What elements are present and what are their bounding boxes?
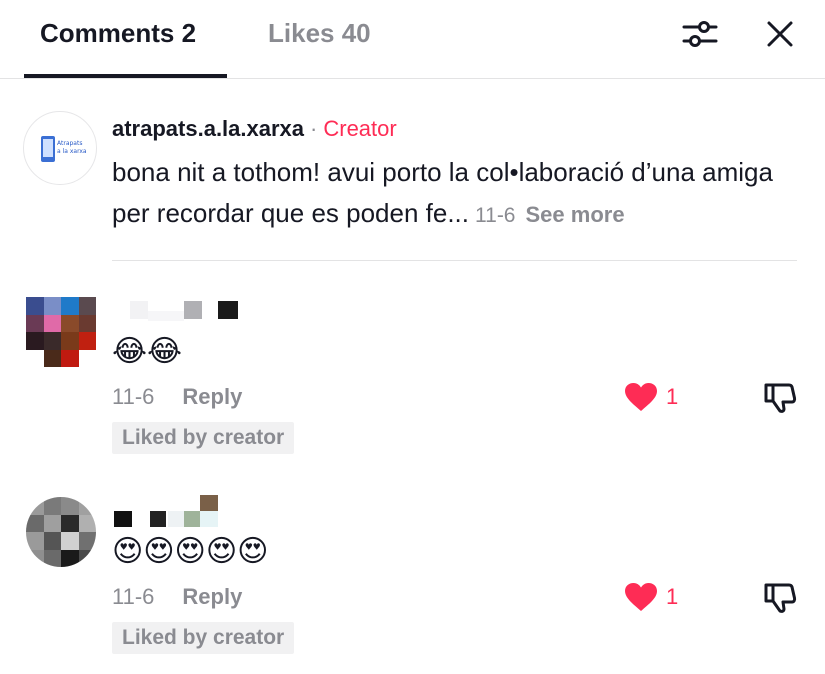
- comment-meta: 11-6 Reply: [112, 384, 242, 410]
- caption-body: bona nit a tothom! avui porto la col•lab…: [112, 157, 773, 228]
- commenter-avatar[interactable]: [26, 497, 96, 567]
- caption-date: 11-6: [475, 204, 516, 227]
- commenter-username-redacted[interactable]: [114, 495, 258, 527]
- laughing-emoji: 😂😂: [112, 335, 183, 368]
- comment-date: 11-6: [112, 584, 155, 609]
- svg-text:a la xarxa: a la xarxa: [57, 148, 87, 155]
- creator-badge: Creator: [323, 116, 397, 141]
- heart-eyes-emoji: 😍😍😍😍😍: [112, 535, 269, 568]
- svg-text:Atrapats: Atrapats: [57, 140, 82, 147]
- like-button[interactable]: 1: [624, 382, 678, 412]
- like-count: 1: [666, 584, 679, 609]
- reply-button[interactable]: Reply: [182, 584, 242, 609]
- like-count: 1: [666, 384, 679, 409]
- liked-by-creator-badge: Liked by creator: [112, 422, 295, 454]
- active-tab-indicator: [24, 74, 227, 78]
- comment-text: 😍😍😍😍😍: [112, 532, 270, 572]
- sliders-icon: [682, 21, 718, 47]
- comment-item: 😂😂 11-6 Reply 1 Liked by creator: [0, 292, 825, 472]
- dislike-button[interactable]: [762, 580, 798, 616]
- see-more-link[interactable]: See more: [526, 202, 625, 227]
- like-button[interactable]: 1: [624, 582, 678, 612]
- creator-caption-text: bona nit a tothom! avui porto la col•lab…: [112, 152, 802, 236]
- creator-logo-icon: Atrapats a la xarxa: [41, 136, 87, 162]
- comment-item: 😍😍😍😍😍 11-6 Reply 1 Liked by creator: [0, 492, 825, 672]
- comment-text: 😂😂: [112, 332, 184, 372]
- creator-name-row: atrapats.a.la.xarxa · Creator: [112, 116, 397, 142]
- commenter-avatar[interactable]: [26, 297, 96, 367]
- comments-header: Comments 2 Likes 40: [0, 0, 825, 79]
- commenter-username-redacted[interactable]: [118, 297, 258, 321]
- filter-button[interactable]: [680, 14, 720, 54]
- thumbs-down-icon: [764, 583, 797, 613]
- comment-date: 11-6: [112, 384, 155, 409]
- reply-button[interactable]: Reply: [182, 384, 242, 409]
- tab-comments[interactable]: Comments 2: [40, 18, 196, 49]
- tab-likes[interactable]: Likes 40: [268, 18, 371, 49]
- dislike-button[interactable]: [762, 380, 798, 416]
- thumbs-down-icon: [764, 383, 797, 413]
- liked-by-creator-badge: Liked by creator: [112, 622, 295, 654]
- creator-username[interactable]: atrapats.a.la.xarxa: [112, 116, 304, 141]
- close-button[interactable]: [760, 14, 800, 54]
- creator-avatar[interactable]: Atrapats a la xarxa: [23, 111, 97, 185]
- comment-meta: 11-6 Reply: [112, 584, 242, 610]
- heart-icon: [625, 383, 657, 411]
- close-icon: [767, 21, 793, 47]
- caption-divider: [112, 260, 797, 261]
- heart-icon: [625, 583, 657, 611]
- separator-dot: ·: [310, 116, 318, 141]
- creator-caption: Atrapats a la xarxa atrapats.a.la.xarxa ·…: [0, 100, 825, 240]
